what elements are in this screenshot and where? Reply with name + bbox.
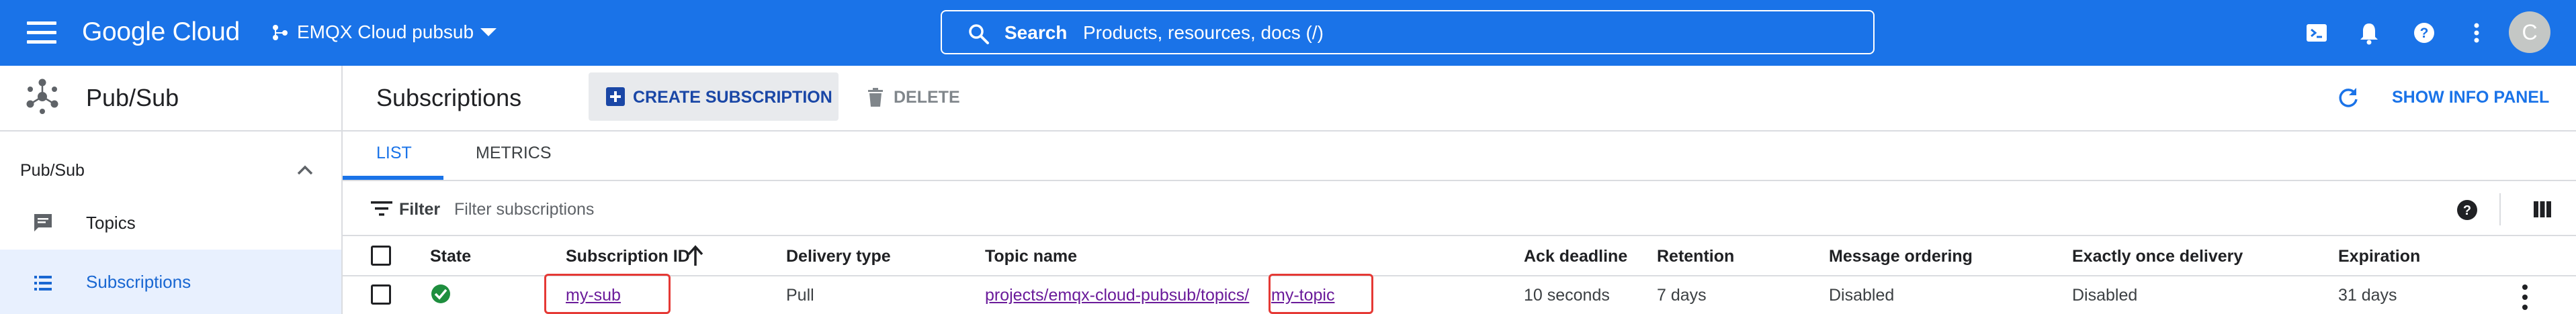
row-actions-icon[interactable] [2522,284,2528,311]
highlight-box [544,274,671,314]
page-title: Subscriptions [376,84,522,111]
trash-icon [868,88,883,107]
select-all-checkbox[interactable] [371,246,391,266]
filter-icon[interactable] [371,200,392,217]
refresh-icon[interactable] [2337,86,2360,109]
column-header-subscription-id[interactable]: Subscription ID [566,246,690,267]
ack-deadline-cell: 10 seconds [1524,286,1610,305]
project-picker[interactable]: EMQX Cloud pubsub [297,20,474,44]
filter-input[interactable] [454,197,2134,221]
nav-section-header[interactable]: Pub/Sub [20,160,85,181]
search-bar[interactable] [941,10,1875,54]
show-info-panel-button[interactable]: SHOW INFO PANEL [2392,87,2549,108]
tab-list[interactable]: LIST [376,142,412,164]
search-placeholder[interactable]: Products, resources, docs (/) [1083,21,1324,45]
delete-button[interactable]: DELETE [894,87,960,108]
create-subscription-label[interactable]: CREATE SUBSCRIPTION [633,87,832,108]
divider [343,275,2576,276]
search-icon [969,24,989,44]
help-icon[interactable]: ? [2456,199,2479,221]
column-header-expiration[interactable]: Expiration [2338,246,2420,267]
check-circle-icon [431,284,450,303]
divider [343,130,2576,132]
expiration-cell: 31 days [2338,286,2397,305]
help-icon[interactable]: ? [2412,21,2436,45]
search-label: Search [1004,22,1068,43]
svg-text:?: ? [2420,25,2429,41]
chevron-up-icon[interactable] [296,164,314,176]
message-ordering-cell: Disabled [1829,286,1895,305]
topic-message-icon [34,214,52,231]
column-header-state[interactable]: State [430,246,471,267]
column-header-delivery-type[interactable]: Delivery type [786,246,891,267]
column-header-topic-name[interactable]: Topic name [985,246,1077,267]
add-box-icon [606,87,625,106]
tab-metrics[interactable]: METRICS [476,142,552,164]
sidebar-item-label: Topics [86,213,136,233]
sidebar-item-subscriptions[interactable]: Subscriptions [0,250,341,314]
divider [343,180,2576,181]
more-options-icon[interactable] [2464,21,2489,45]
column-header-message-ordering[interactable]: Message ordering [1829,246,1973,267]
sort-ascending-icon[interactable] [687,244,704,267]
filter-label: Filter [399,200,441,219]
topic-path-link[interactable]: projects/emqx-cloud-pubsub/topics/ [985,284,1249,306]
pubsub-product-icon [26,78,58,114]
notifications-icon[interactable] [2357,21,2381,45]
column-display-icon[interactable] [2533,200,2552,219]
sidebar-item-label: Subscriptions [86,272,191,292]
list-icon [34,276,52,291]
column-header-exactly-once-delivery[interactable]: Exactly once delivery [2072,246,2243,267]
retention-cell: 7 days [1657,286,1707,305]
sidebar-item-topics[interactable]: Topics [0,196,341,250]
row-checkbox[interactable] [371,284,391,305]
main-menu-icon[interactable] [27,21,56,44]
toolbar-separator [2499,193,2501,225]
google-cloud-logo[interactable]: Google Cloud [82,16,240,48]
chevron-down-icon[interactable] [480,28,497,36]
project-icon[interactable] [270,23,290,43]
avatar[interactable]: C [2509,11,2550,53]
exactly-once-delivery-cell: Disabled [2072,286,2138,305]
divider [343,235,2576,236]
column-header-ack-deadline[interactable]: Ack deadline [1524,246,1627,267]
nav-divider [0,130,343,132]
highlight-box [1269,274,1373,314]
cloud-shell-icon[interactable] [2305,21,2329,45]
column-header-retention[interactable]: Retention [1657,246,1734,267]
svg-text:?: ? [2463,203,2471,218]
product-title: Pub/Sub [86,84,179,111]
delivery-type-cell: Pull [786,286,814,305]
